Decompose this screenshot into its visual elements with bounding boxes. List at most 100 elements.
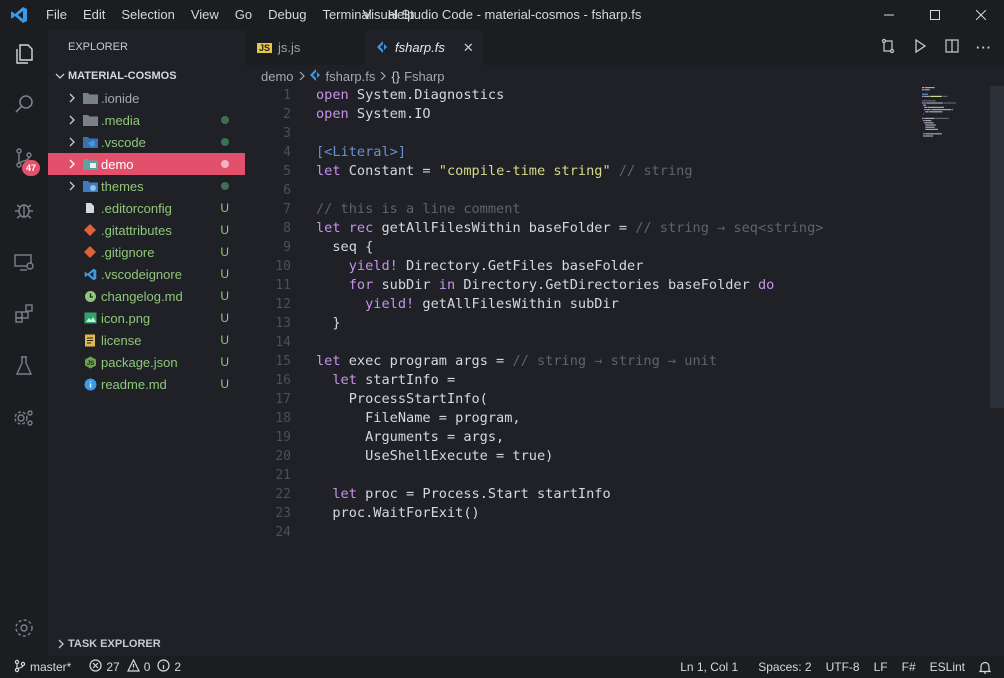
remote-explorer-icon[interactable]	[0, 238, 48, 286]
close-window-button[interactable]	[958, 0, 1004, 30]
code-line[interactable]: open System.Diagnostics	[316, 86, 823, 105]
source-control-icon[interactable]: 47	[0, 134, 48, 182]
explorer-icon[interactable]	[0, 30, 48, 78]
linter-status[interactable]: ESLint	[923, 656, 972, 678]
code-line[interactable]: let Constant = "compile-time string" // …	[316, 162, 823, 181]
code-line[interactable]	[316, 523, 823, 542]
run-icon[interactable]	[912, 38, 928, 57]
tree-folder-themes[interactable]: themes	[48, 175, 245, 197]
tab-js[interactable]: JS js.js	[245, 30, 365, 65]
branch-status[interactable]: master*	[0, 656, 78, 678]
minimize-button[interactable]	[866, 0, 912, 30]
code-line[interactable]: let rec getAllFilesWithin baseFolder = /…	[316, 219, 823, 238]
minimap[interactable]	[920, 86, 990, 146]
settings-sync-icon[interactable]	[0, 394, 48, 442]
code-line[interactable]: for subDir in Directory.GetDirectories b…	[316, 276, 823, 295]
tree-folder-vscode[interactable]: .vscode	[48, 131, 245, 153]
menu-item-file[interactable]: File	[38, 0, 75, 30]
eol-status[interactable]: LF	[867, 656, 895, 678]
problems-status[interactable]: 27 0 2	[82, 656, 188, 678]
debug-icon[interactable]	[0, 186, 48, 234]
code-line[interactable]: UseShellExecute = true)	[316, 447, 823, 466]
code-line[interactable]: proc.WaitForExit()	[316, 504, 823, 523]
indentation-status[interactable]: Spaces: 2	[751, 656, 818, 678]
code-line[interactable]: open System.IO	[316, 105, 823, 124]
chevron-right-icon	[64, 181, 80, 191]
modified-indicator	[221, 138, 229, 146]
code-line[interactable]: let exec program args = // string → stri…	[316, 352, 823, 371]
fsharp-file-icon	[377, 40, 389, 55]
code-line[interactable]: // this is a line comment	[316, 200, 823, 219]
encoding-status[interactable]: UTF-8	[819, 656, 867, 678]
code-line[interactable]: let startInfo =	[316, 371, 823, 390]
code-line[interactable]: yield! getAllFilesWithin subDir	[316, 295, 823, 314]
menu-item-edit[interactable]: Edit	[75, 0, 113, 30]
untracked-badge: U	[220, 201, 229, 215]
breadcrumb-folder[interactable]: demo	[261, 69, 294, 84]
code-line[interactable]: yield! Directory.GetFiles baseFolder	[316, 257, 823, 276]
menu-item-terminal[interactable]: Terminal	[314, 0, 379, 30]
testing-icon[interactable]	[0, 342, 48, 390]
menu-item-help[interactable]: Help	[380, 0, 423, 30]
tree-folder-demo[interactable]: demo	[48, 153, 245, 175]
tree-file-icon-png[interactable]: icon.png U	[48, 307, 245, 329]
tree-file-gitattributes[interactable]: .gitattributes U	[48, 219, 245, 241]
minimap-token	[925, 120, 932, 122]
code-line[interactable]	[316, 124, 823, 143]
code-line[interactable]	[316, 466, 823, 485]
code-line[interactable]	[316, 333, 823, 352]
code-line[interactable]: ProcessStartInfo(	[316, 390, 823, 409]
maximize-button[interactable]	[912, 0, 958, 30]
more-actions-icon[interactable]: ···	[976, 40, 992, 55]
code-token: startInfo =	[356, 372, 456, 388]
tree-file-package-json[interactable]: JS package.json U	[48, 351, 245, 373]
language-mode[interactable]: F#	[895, 656, 923, 678]
minimap-token	[924, 122, 934, 124]
cursor-position[interactable]: Ln 1, Col 1	[673, 656, 745, 678]
menu-item-selection[interactable]: Selection	[113, 0, 182, 30]
code-line[interactable]: }	[316, 314, 823, 333]
tree-file-gitignore[interactable]: .gitignore U	[48, 241, 245, 263]
minimap-token	[925, 111, 929, 113]
minimap-token	[922, 89, 925, 91]
code-line[interactable]	[316, 181, 823, 200]
code-editor[interactable]: open System.Diagnostics open System.IO [<L…	[316, 86, 823, 542]
folder-icon	[82, 112, 98, 128]
editor-scrollbar[interactable]	[990, 86, 1004, 408]
tree-folder-ionide[interactable]: .ionide	[48, 87, 245, 109]
tree-file-changelog-md[interactable]: changelog.md U	[48, 285, 245, 307]
menu-item-debug[interactable]: Debug	[260, 0, 314, 30]
tree-folder-media[interactable]: .media	[48, 109, 245, 131]
task-explorer-section[interactable]: TASK EXPLORER	[48, 633, 161, 655]
breadcrumb-symbol[interactable]: Fsharp	[404, 69, 444, 84]
line-number: 9	[283, 240, 291, 255]
breadcrumb-file[interactable]: fsharp.fs	[326, 69, 376, 84]
workspace-folder[interactable]: MATERIAL-COSMOS	[48, 65, 245, 87]
code-line[interactable]: [<Literal>]	[316, 143, 823, 162]
minimap-token	[935, 117, 949, 119]
tab-fsharp[interactable]: fsharp.fs ✕	[365, 30, 483, 65]
code-line[interactable]: Arguments = args,	[316, 428, 823, 447]
tree-file-readme-md[interactable]: readme.md U	[48, 373, 245, 395]
minimap-token	[925, 133, 942, 135]
explorer-sidebar: EXPLORER MATERIAL-COSMOS .ionide .media .v…	[48, 30, 245, 656]
search-icon[interactable]	[0, 80, 48, 128]
chevron-down-icon	[52, 71, 68, 81]
open-changes-icon[interactable]	[880, 38, 896, 57]
tree-file-vscodeignore[interactable]: .vscodeignore U	[48, 263, 245, 285]
notifications-bell-icon[interactable]	[972, 656, 998, 678]
menu-item-go[interactable]: Go	[227, 0, 260, 30]
split-editor-icon[interactable]	[944, 38, 960, 57]
code-line[interactable]: let proc = Process.Start startInfo	[316, 485, 823, 504]
code-line[interactable]: seq {	[316, 238, 823, 257]
code-line[interactable]: FileName = program,	[316, 409, 823, 428]
close-icon[interactable]: ✕	[463, 40, 474, 56]
extensions-icon[interactable]	[0, 290, 48, 338]
menu-item-view[interactable]: View	[183, 0, 227, 30]
gear-icon[interactable]	[0, 604, 48, 652]
error-count: 27	[106, 660, 120, 674]
tree-file-license[interactable]: license U	[48, 329, 245, 351]
tree-file-editorconfig[interactable]: .editorconfig U	[48, 197, 245, 219]
